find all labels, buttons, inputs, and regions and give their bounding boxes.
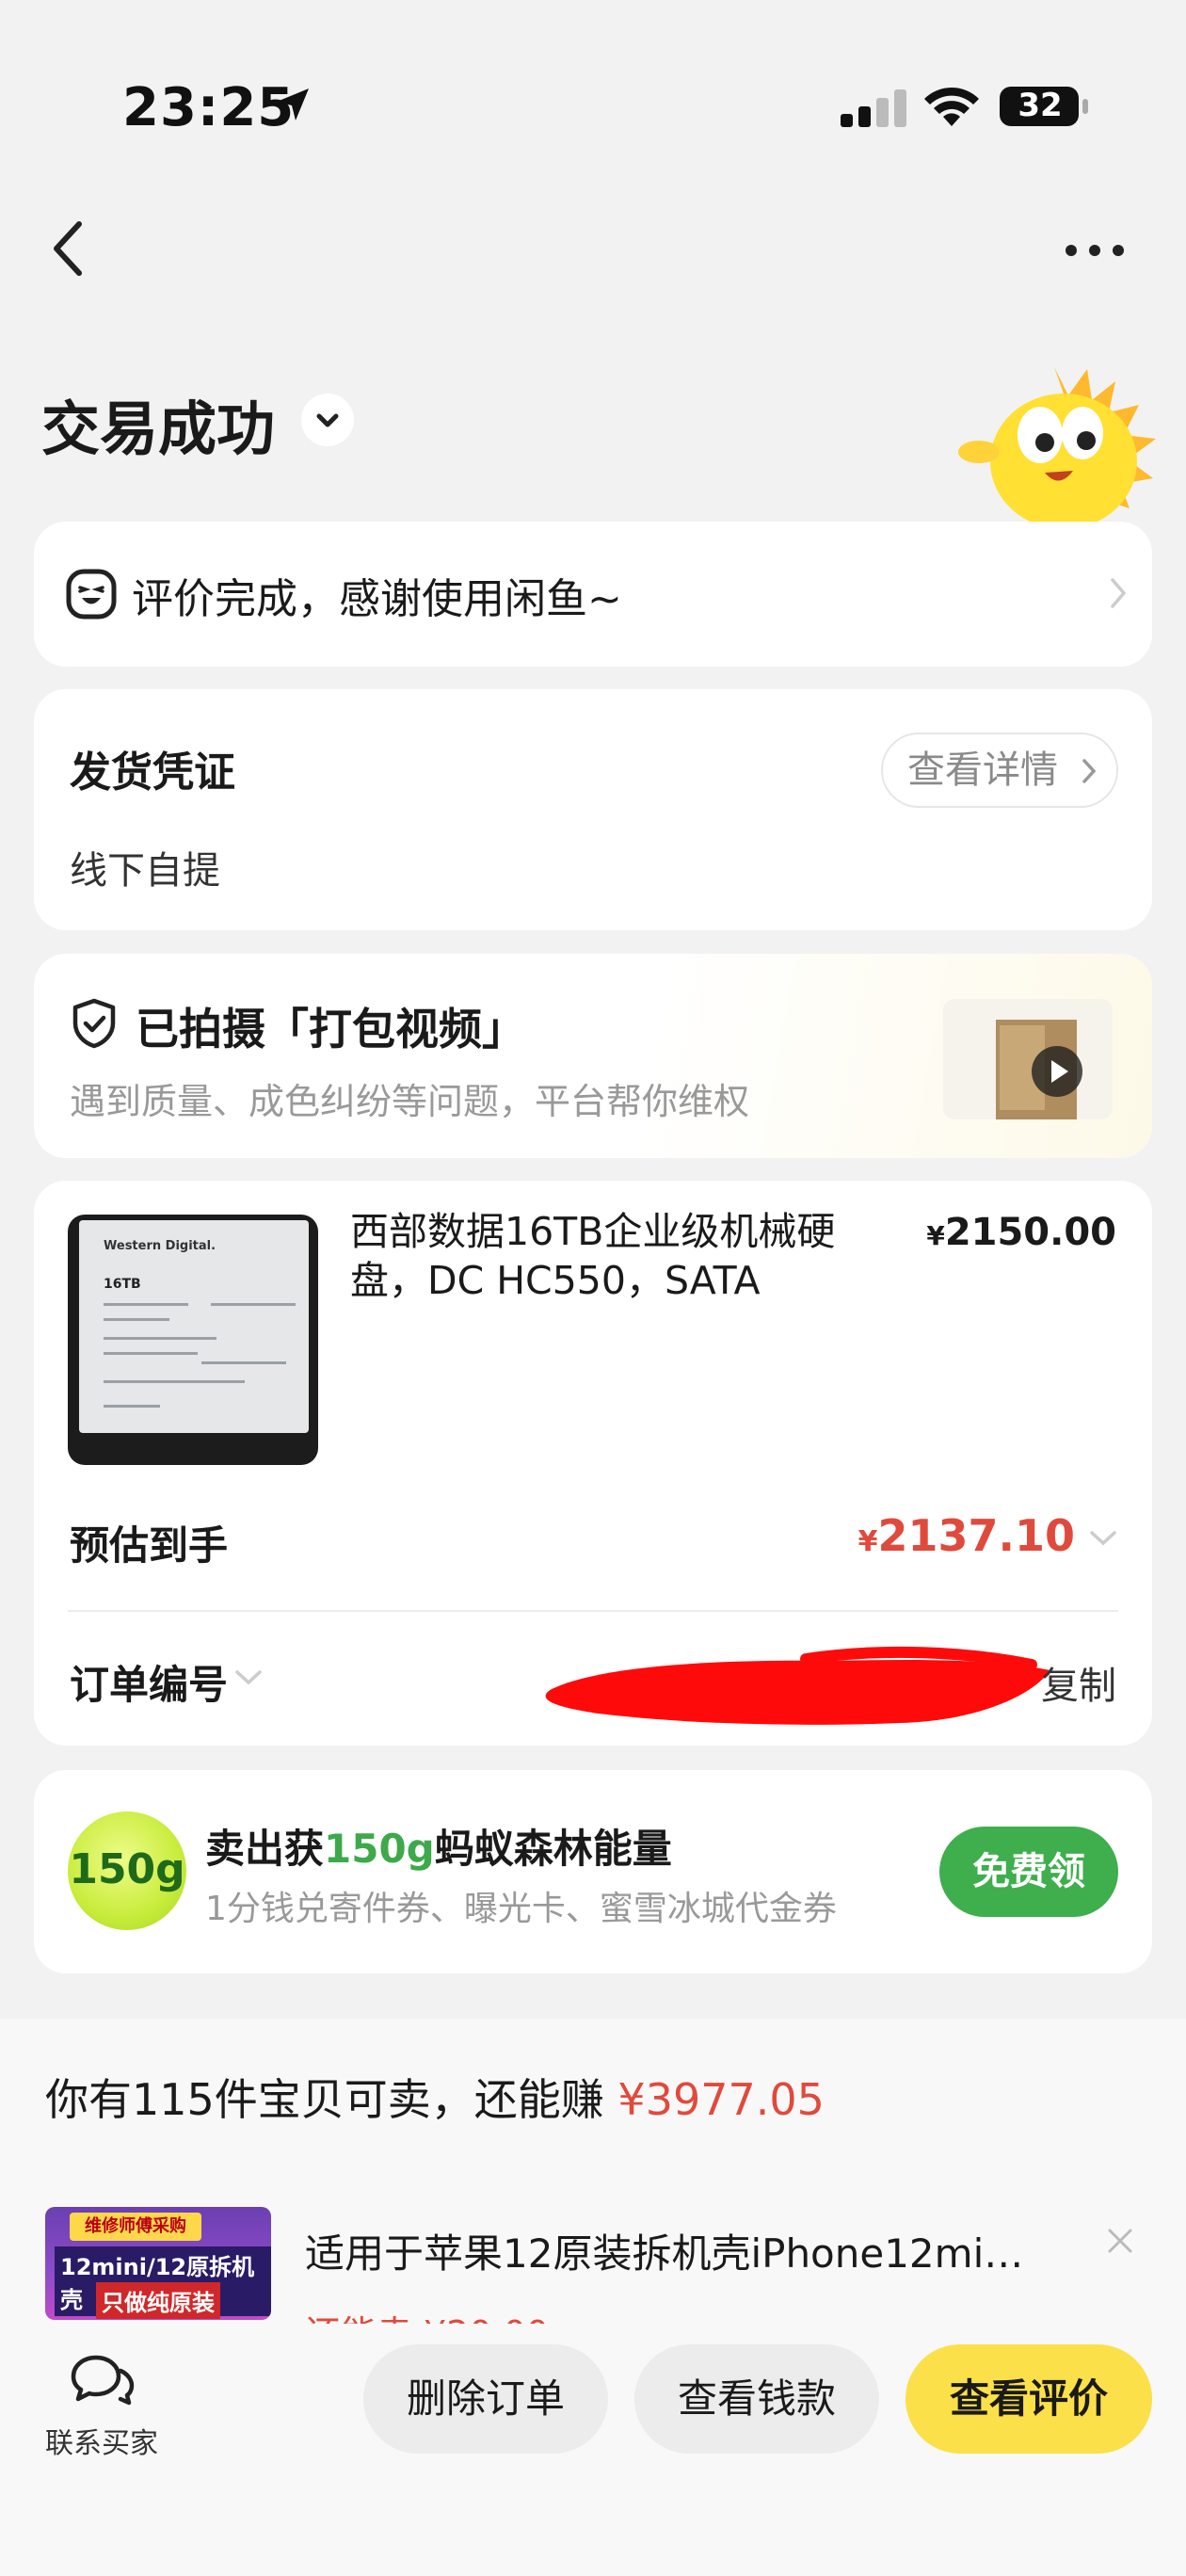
redaction-mark: [545, 1646, 1050, 1725]
review-complete-banner[interactable]: 评价完成，感谢使用闲鱼~: [34, 522, 1152, 667]
chevron-down-icon[interactable]: [1088, 1529, 1118, 1548]
review-complete-text: 评价完成，感谢使用闲鱼~: [132, 575, 622, 623]
disk-label-line: [104, 1318, 169, 1321]
chevron-right-icon: [1111, 578, 1127, 608]
sell-promo-prefix: 你有115件宝贝可卖，还能赚: [45, 2074, 618, 2125]
order-number-label: 订单编号: [70, 1662, 229, 1708]
packing-video-card[interactable]: 已拍摄「打包视频」 遇到质量、成色纠纷等问题，平台帮你维权: [34, 954, 1152, 1158]
delete-order-button[interactable]: 删除订单: [363, 2344, 608, 2454]
energy-subtitle: 1分钱兑寄件券、曝光卡、蜜雪冰城代金券: [205, 1890, 837, 1928]
shield-check-icon: [72, 998, 116, 1049]
packing-video-title: 已拍摄「打包视频」: [136, 1004, 525, 1055]
page-title: 交易成功: [41, 394, 276, 463]
energy-title-highlight: 150g: [324, 1826, 435, 1872]
product-image[interactable]: Western Digital. 16TB: [68, 1215, 318, 1465]
disk-label-line: [104, 1352, 198, 1355]
title-expand-button[interactable]: [301, 394, 354, 446]
disk-label-line: [104, 1405, 160, 1408]
cellular-signal-icon: [841, 89, 906, 127]
estimated-income-value[interactable]: ¥2137.10: [858, 1510, 1075, 1561]
product-name[interactable]: 西部数据16TB企业级机械硬盘，DC HC550，SATA: [350, 1207, 877, 1305]
product-price: ¥2150.00: [926, 1211, 1116, 1254]
disk-brand-text: Western Digital.: [104, 1239, 216, 1253]
order-card: Western Digital. 16TB 西部数据16TB企业级机械硬盘，DC…: [34, 1181, 1152, 1746]
more-options-icon[interactable]: [1064, 243, 1126, 258]
view-details-button[interactable]: 查看详情: [881, 733, 1118, 808]
battery-level: 32: [1018, 87, 1063, 124]
price-currency: ¥: [926, 1220, 945, 1251]
estimated-amount: 2137.10: [877, 1510, 1075, 1561]
energy-title-prefix: 卖出获: [205, 1826, 325, 1872]
claim-free-button[interactable]: 免费领: [939, 1827, 1118, 1917]
disk-label-line: [104, 1337, 216, 1340]
disk-capacity-text: 16TB: [104, 1277, 141, 1292]
shipping-proof-card: 发货凭证 查看详情 线下自提: [34, 689, 1152, 930]
view-review-button[interactable]: 查看评价: [906, 2344, 1152, 2454]
chevron-right-icon: [1082, 759, 1097, 783]
item-image-tag: 维修师傅采购: [70, 2213, 201, 2241]
divider: [68, 1610, 1118, 1612]
packing-video-thumbnail[interactable]: [943, 999, 1113, 1119]
xianyu-mascot-icon: [958, 367, 1156, 527]
bottom-action-bar: 联系买家 删除订单 查看钱款 查看评价: [0, 2326, 1186, 2576]
energy-badge: 150g: [68, 1811, 186, 1930]
recommended-item-title[interactable]: 适用于苹果12原装拆机壳iPhone12mini…: [305, 2222, 1039, 2279]
ant-forest-energy-card: 150g 卖出获150g蚂蚁森林能量 1分钱兑寄件券、曝光卡、蜜雪冰城代金券 免…: [34, 1770, 1152, 1973]
hard-drive-label: Western Digital. 16TB: [79, 1220, 309, 1433]
smiley-face-icon: [66, 569, 117, 620]
view-payment-button[interactable]: 查看钱款: [634, 2344, 879, 2454]
chevron-down-icon: [316, 413, 339, 427]
view-details-label: 查看详情: [907, 749, 1058, 792]
recommended-item-image[interactable]: 维修师傅采购 12mini/12原拆机壳 只做纯原装: [45, 2207, 271, 2320]
estimated-currency: ¥: [857, 1525, 878, 1558]
disk-label-line: [211, 1303, 296, 1306]
status-time: 23:25: [122, 77, 296, 138]
energy-title: 卖出获150g蚂蚁森林能量: [205, 1817, 672, 1875]
shipping-proof-title: 发货凭证: [70, 749, 235, 797]
packing-video-subtitle: 遇到质量、成色纠纷等问题，平台帮你维权: [70, 1081, 750, 1122]
copy-order-number-button[interactable]: 复制: [1041, 1655, 1116, 1710]
disk-label-line: [201, 1361, 286, 1364]
item-image-line2: 只做纯原装: [96, 2282, 220, 2319]
disk-label-line: [104, 1303, 188, 1306]
close-icon[interactable]: [1107, 2228, 1133, 2254]
shipping-method: 线下自提: [70, 849, 220, 893]
chat-bubble-icon[interactable]: [70, 2354, 136, 2407]
contact-buyer-label[interactable]: 联系买家: [45, 2420, 158, 2461]
status-bar: 23:25 32: [0, 0, 1186, 217]
sell-promo-text: 你有115件宝贝可卖，还能赚 ¥3977.05: [45, 2066, 825, 2128]
chevron-down-icon[interactable]: [233, 1668, 264, 1687]
disk-label-line: [104, 1380, 245, 1383]
back-arrow-icon[interactable]: [49, 218, 87, 279]
price-value: 2150.00: [944, 1211, 1116, 1254]
recommended-item-hint: 还能卖 ¥20.00: [305, 2305, 549, 2324]
sell-promo-amount: ¥3977.05: [617, 2074, 825, 2125]
energy-title-suffix: 蚂蚁森林能量: [434, 1826, 672, 1872]
play-icon[interactable]: [1032, 1046, 1082, 1097]
wifi-icon: [924, 87, 979, 126]
location-arrow-icon: [277, 89, 309, 121]
estimated-income-label: 预估到手: [70, 1522, 229, 1569]
